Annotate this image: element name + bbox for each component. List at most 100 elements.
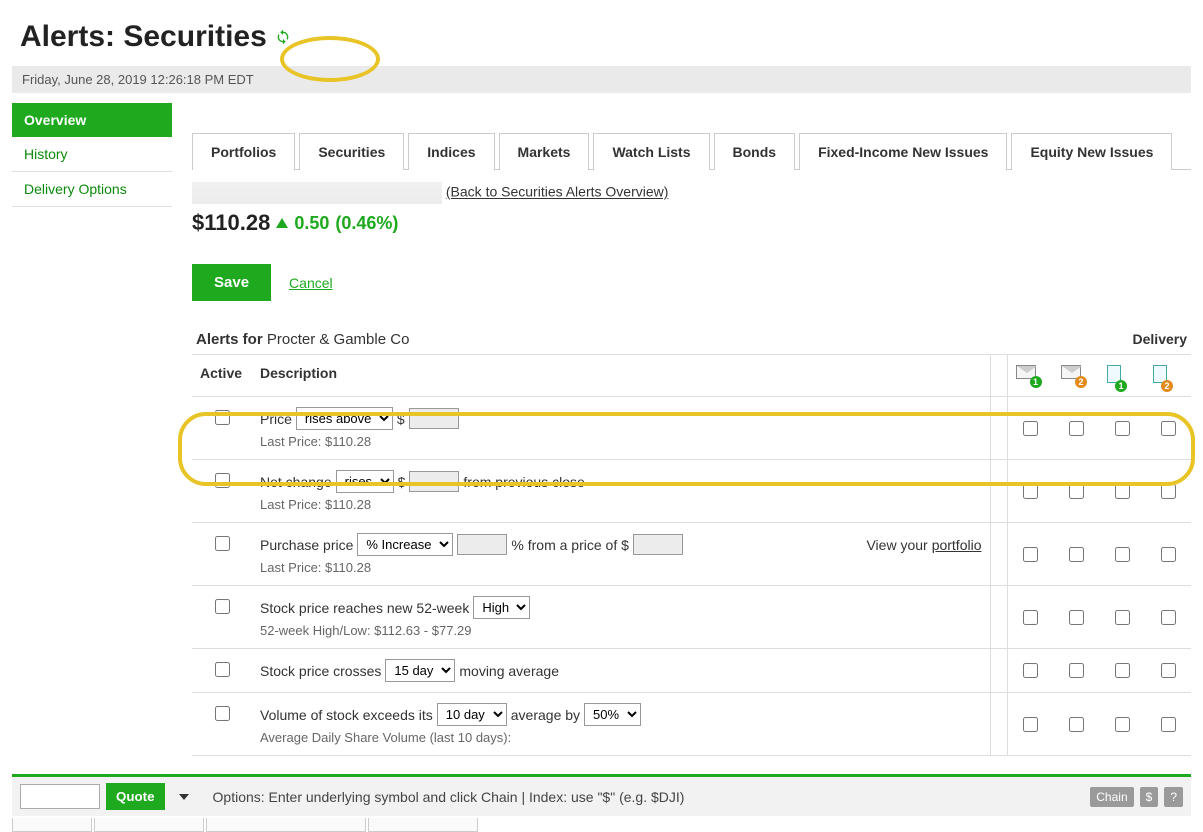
tab-fixed-income-new-issues[interactable]: Fixed-Income New Issues <box>799 133 1007 170</box>
delivery-checkbox[interactable] <box>1115 663 1130 678</box>
row-post-text: $ <box>398 474 406 490</box>
row-pre-text: Net change <box>260 474 332 490</box>
refresh-icon[interactable] <box>275 29 291 45</box>
col-description: Description <box>252 355 990 397</box>
row-sub-text: Last Price: $110.28 <box>260 497 982 512</box>
alert-row: Net change rises $ from previous close La… <box>192 460 1191 523</box>
bottom-empty-tabs <box>12 818 1191 832</box>
alerts-for-label: Alerts for Procter & Gamble Co <box>196 331 409 348</box>
delivery-checkbox[interactable] <box>1161 610 1176 625</box>
delivery-checkbox[interactable] <box>1069 547 1084 562</box>
security-price: $110.28 <box>192 210 270 236</box>
active-checkbox[interactable] <box>215 536 230 551</box>
alert-row: Purchase price % Increase % from a price… <box>192 523 1191 586</box>
chip-dollar[interactable]: $ <box>1140 787 1159 807</box>
delivery-checkbox[interactable] <box>1161 484 1176 499</box>
sidebar-item-delivery-options[interactable]: Delivery Options <box>12 172 172 207</box>
delivery-checkbox[interactable] <box>1069 484 1084 499</box>
active-checkbox[interactable] <box>215 410 230 425</box>
delivery-checkbox[interactable] <box>1023 610 1038 625</box>
portfolio-link[interactable]: portfolio <box>932 537 982 553</box>
row-select[interactable]: % Increase <box>357 533 453 556</box>
delivery-checkbox[interactable] <box>1023 663 1038 678</box>
row-post-text: $ <box>397 411 405 427</box>
active-checkbox[interactable] <box>215 706 230 721</box>
tab-equity-new-issues[interactable]: Equity New Issues <box>1011 133 1172 170</box>
row-select-2[interactable]: 50% <box>584 703 641 726</box>
row-select[interactable]: High <box>473 596 530 619</box>
delivery-checkbox[interactable] <box>1115 421 1130 436</box>
badge-1: 1 <box>1030 376 1042 388</box>
delivery-checkbox[interactable] <box>1069 421 1084 436</box>
delivery-checkbox[interactable] <box>1023 421 1038 436</box>
security-name-redacted <box>192 182 442 204</box>
datetime-bar: Friday, June 28, 2019 12:26:18 PM EDT <box>12 66 1191 93</box>
delivery-checkbox[interactable] <box>1023 547 1038 562</box>
tab-securities[interactable]: Securities <box>299 133 404 170</box>
delivery-checkbox[interactable] <box>1115 717 1130 732</box>
row-pre-text: Stock price crosses <box>260 663 381 679</box>
active-checkbox[interactable] <box>215 599 230 614</box>
delivery-checkbox[interactable] <box>1069 717 1084 732</box>
row-pre-text: Purchase price <box>260 537 353 553</box>
delivery-col-1: 1 <box>1007 355 1053 397</box>
sidebar-item-history[interactable]: History <box>12 137 172 172</box>
sidebar-item-overview[interactable]: Overview <box>12 103 172 137</box>
row-post-input-text: % from a price of $ <box>511 537 629 553</box>
quote-dropdown-caret-icon[interactable] <box>179 794 189 800</box>
active-checkbox[interactable] <box>215 473 230 488</box>
quote-button[interactable]: Quote <box>106 783 165 810</box>
alert-row: Volume of stock exceeds its 10 day avera… <box>192 693 1191 756</box>
cancel-link[interactable]: Cancel <box>289 275 333 291</box>
delivery-checkbox[interactable] <box>1161 421 1176 436</box>
tabs: Portfolios Securities Indices Markets Wa… <box>192 133 1191 170</box>
delivery-checkbox[interactable] <box>1069 663 1084 678</box>
tab-indices[interactable]: Indices <box>408 133 494 170</box>
row-tail-text: from previous close <box>463 474 584 490</box>
save-button[interactable]: Save <box>192 264 271 301</box>
page-title-row: Alerts: Securities <box>12 20 1191 54</box>
delivery-checkbox[interactable] <box>1023 717 1038 732</box>
tab-markets[interactable]: Markets <box>499 133 590 170</box>
row-sub-text: Last Price: $110.28 <box>260 560 982 575</box>
row-pre-text: Volume of stock exceeds its <box>260 707 433 723</box>
delivery-checkbox[interactable] <box>1161 717 1176 732</box>
delivery-checkbox[interactable] <box>1161 663 1176 678</box>
delivery-checkbox[interactable] <box>1115 610 1130 625</box>
quote-symbol-input[interactable] <box>20 784 100 809</box>
row-select[interactable]: rises above <box>296 407 393 430</box>
tab-bonds[interactable]: Bonds <box>714 133 796 170</box>
row-value-input[interactable] <box>457 534 507 555</box>
delivery-checkbox[interactable] <box>1161 547 1176 562</box>
row-sub-text: Last Price: $110.28 <box>260 434 982 449</box>
row-pre-text: Stock price reaches new 52-week <box>260 600 469 616</box>
delivery-checkbox[interactable] <box>1069 610 1084 625</box>
back-to-overview-link[interactable]: (Back to Securities Alerts Overview) <box>446 184 669 200</box>
delivery-checkbox[interactable] <box>1023 484 1038 499</box>
bottom-bar: Quote Options: Enter underlying symbol a… <box>12 774 1191 816</box>
alerts-for-company: Procter & Gamble Co <box>267 331 410 348</box>
security-header: (Back to Securities Alerts Overview) $11… <box>192 182 1191 236</box>
delivery-checkbox[interactable] <box>1115 547 1130 562</box>
badge-1: 1 <box>1115 380 1127 392</box>
sidebar: Overview History Delivery Options <box>12 103 172 207</box>
quote-hint: Options: Enter underlying symbol and cli… <box>203 789 1085 805</box>
chip-chain[interactable]: Chain <box>1090 787 1133 807</box>
delivery-col-2: 2 <box>1053 355 1099 397</box>
tab-portfolios[interactable]: Portfolios <box>192 133 295 170</box>
row-pre-text: Price <box>260 411 292 427</box>
row-select[interactable]: rises <box>336 470 394 493</box>
row-value-input-2[interactable] <box>633 534 683 555</box>
alert-row: Stock price reaches new 52-week High52-w… <box>192 586 1191 649</box>
arrow-up-icon <box>276 218 288 228</box>
chip-help[interactable]: ? <box>1164 787 1183 807</box>
delivery-col-4: 2 <box>1145 355 1191 397</box>
row-select[interactable]: 15 day <box>385 659 455 682</box>
row-select[interactable]: 10 day <box>437 703 507 726</box>
tab-watch-lists[interactable]: Watch Lists <box>593 133 709 170</box>
row-value-input[interactable] <box>409 408 459 429</box>
delivery-checkbox[interactable] <box>1115 484 1130 499</box>
row-value-input[interactable] <box>409 471 459 492</box>
active-checkbox[interactable] <box>215 662 230 677</box>
col-active: Active <box>192 355 252 397</box>
